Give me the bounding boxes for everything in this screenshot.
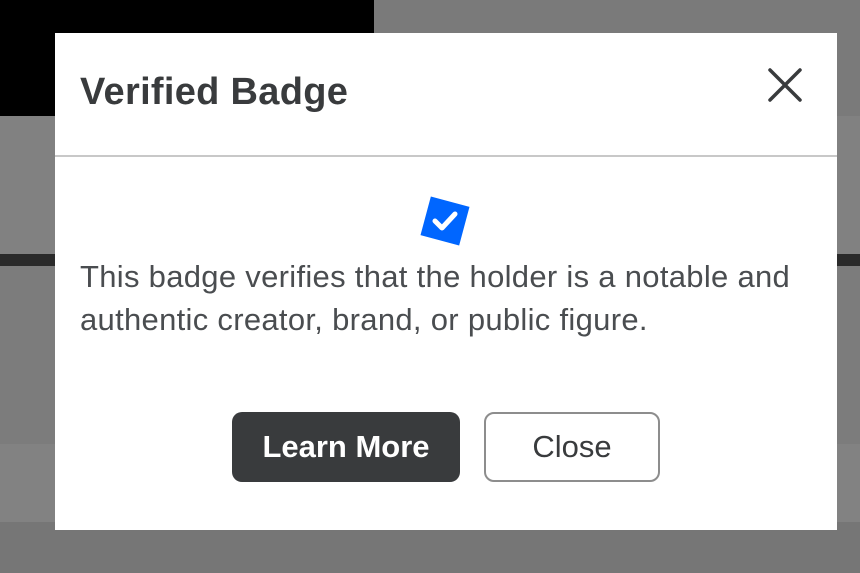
close-icon[interactable] (765, 65, 805, 105)
dialog-description: This badge verifies that the holder is a… (80, 259, 791, 337)
verified-badge-dialog: Verified Badge This badge verifies that … (55, 33, 837, 530)
learn-more-button[interactable]: Learn More (232, 412, 460, 482)
dialog-header: Verified Badge (55, 33, 837, 157)
dialog-title: Verified Badge (80, 71, 349, 113)
close-button[interactable]: Close (484, 412, 660, 482)
verified-badge-icon (417, 193, 473, 249)
